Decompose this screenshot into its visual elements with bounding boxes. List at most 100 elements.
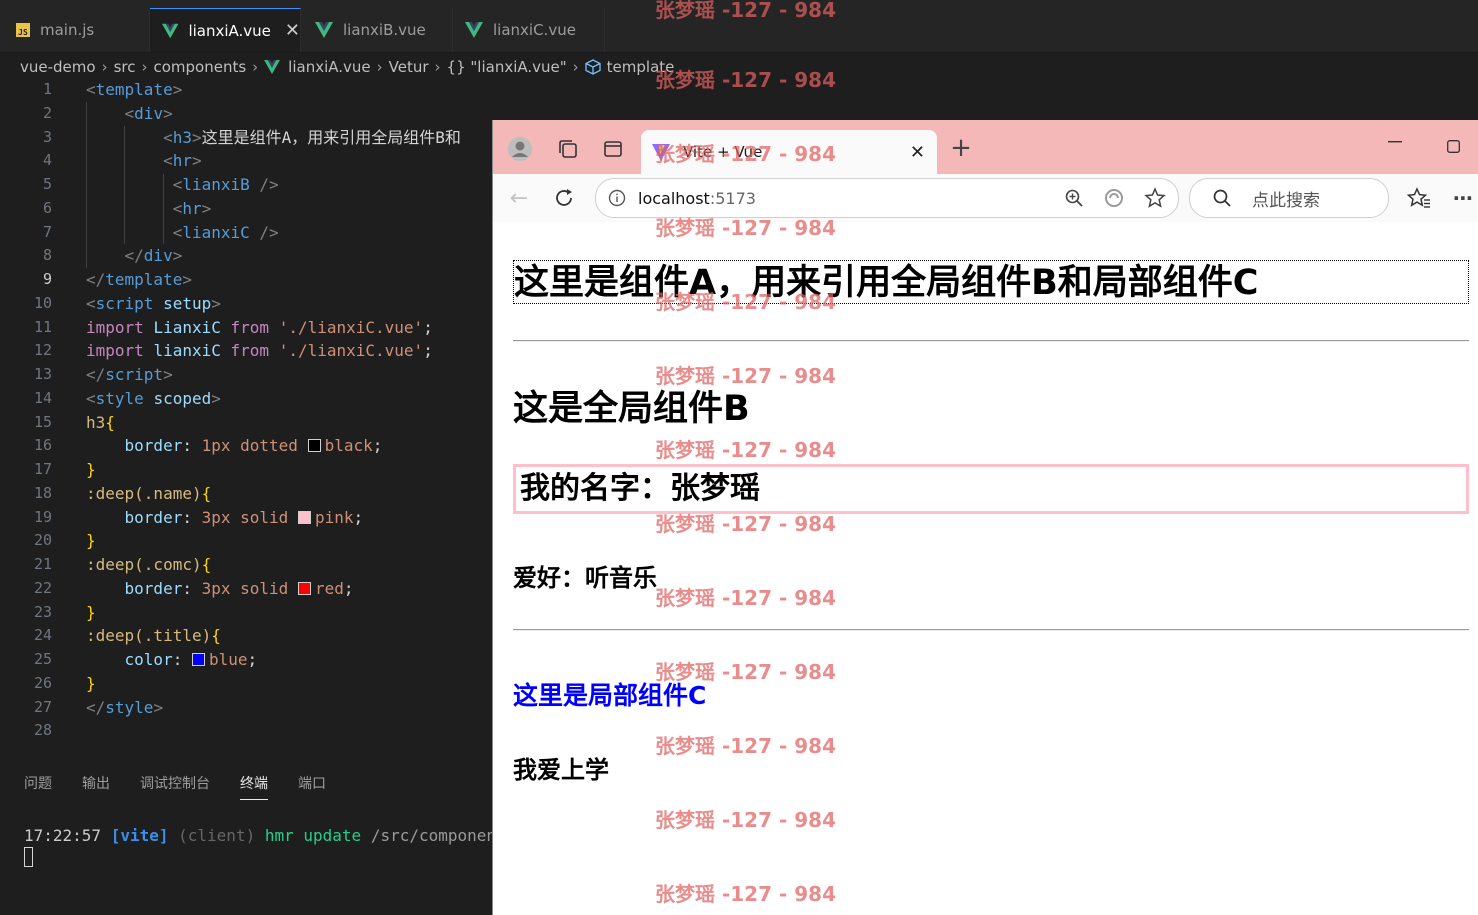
line-number: 18 — [33, 483, 52, 502]
tab-lianxiC-vue[interactable]: lianxiC.vue — [453, 8, 605, 52]
code-editor[interactable]: <template> <div> <h3>这里是组件A，用来引用全局组件B和 <… — [86, 78, 492, 743]
tab-actions-icon[interactable] — [603, 139, 623, 159]
minimize-icon[interactable] — [1387, 134, 1403, 150]
color-swatch[interactable] — [297, 581, 311, 595]
search-placeholder: 点此搜索 — [1252, 190, 1320, 211]
code-line: border: 3px solid red; — [124, 578, 354, 598]
code-line: color: blue; — [124, 650, 258, 669]
tab-terminal[interactable]: 终端 — [240, 773, 268, 800]
component-a-heading: 这里是组件A，用来引用全局组件B和局部组件C — [513, 260, 1469, 304]
vue-file-icon — [264, 60, 281, 74]
line-number: 12 — [33, 341, 52, 360]
new-tab-icon[interactable]: + — [949, 133, 973, 163]
search-icon — [1213, 189, 1231, 207]
url-port: :5173 — [709, 188, 756, 208]
code-line: <lianxiC /> — [172, 222, 279, 242]
breadcrumb-item[interactable]: lianxiA.vue — [288, 58, 370, 76]
favorites-icon[interactable] — [1407, 186, 1431, 210]
code-line: :deep(.name){ — [86, 483, 212, 503]
cube-icon — [585, 59, 601, 75]
component-c-title: 这里是局部组件C — [513, 681, 707, 710]
tab-label: lianxiB.vue — [343, 21, 426, 39]
study-text: 我爱上学 — [513, 756, 609, 784]
code-line: } — [86, 602, 96, 622]
color-swatch[interactable] — [191, 653, 205, 666]
code-line: <style scoped> — [86, 388, 221, 408]
color-swatch[interactable] — [307, 439, 321, 453]
tab-debug-console[interactable]: 调试控制台 — [140, 773, 210, 800]
url-host: localhost — [638, 188, 710, 208]
line-number: 26 — [33, 673, 52, 692]
name-box: 我的名字：张梦瑶 — [513, 464, 1469, 514]
tab-label: lianxiC.vue — [493, 21, 576, 39]
breadcrumb-item[interactable]: Vetur — [389, 58, 429, 76]
close-tab-icon[interactable]: ✕ — [910, 142, 925, 163]
line-number: 6 — [42, 198, 52, 217]
info-icon[interactable] — [608, 189, 626, 207]
code-line: :deep(.comc){ — [86, 555, 212, 574]
tab-lianxiB-vue[interactable]: lianxiB.vue — [301, 8, 453, 52]
line-number: 2 — [42, 103, 52, 122]
back-arrow-icon[interactable]: ← — [507, 186, 531, 211]
refresh-icon[interactable] — [551, 185, 577, 211]
search-box[interactable]: 点此搜索 — [1189, 178, 1389, 218]
chevron-right-icon: › — [141, 58, 148, 76]
divider — [513, 340, 1469, 342]
tab-label: lianxiA.vue — [188, 21, 271, 40]
code-line: </style> — [86, 697, 164, 717]
tab-main-js[interactable]: JS main.js — [0, 8, 150, 52]
browser-window: Vite + Vue ✕ + ← localhost:5173 点此搜索 ⋯ … — [492, 120, 1478, 915]
line-number-gutter: 1 2 3 4 5 6 7 8 9 10 11 12 13 14 15 16 17 18 19 20 21 22 23 24 2… — [0, 78, 66, 743]
breadcrumb-item[interactable]: components — [153, 58, 246, 76]
vue-file-icon — [315, 22, 333, 38]
hobby-text: 爱好：听音乐 — [513, 564, 657, 592]
tab-label: main.js — [40, 21, 95, 39]
profile-avatar-icon[interactable] — [507, 136, 533, 162]
line-number: 20 — [33, 531, 52, 550]
address-bar[interactable]: localhost:5173 — [595, 178, 1179, 218]
code-line: </script> — [86, 365, 173, 384]
breadcrumb-item[interactable]: vue-demo — [20, 58, 96, 76]
collections-icon[interactable] — [557, 138, 579, 160]
zoom-icon[interactable] — [1064, 188, 1084, 208]
close-icon[interactable]: ✕ — [285, 20, 300, 41]
tab-output[interactable]: 输出 — [82, 773, 110, 800]
code-line: } — [86, 531, 96, 551]
line-number: 24 — [33, 626, 52, 645]
browser-tab-active[interactable]: Vite + Vue ✕ — [641, 130, 937, 174]
line-number: 9 — [42, 270, 52, 288]
line-number: 4 — [42, 151, 52, 170]
translate-icon[interactable] — [1104, 188, 1124, 208]
terminal-tag: [vite] — [110, 826, 169, 845]
code-line: <hr> — [172, 198, 212, 218]
more-menu-icon[interactable]: ⋯ — [1453, 186, 1473, 210]
terminal-client: (client) — [178, 826, 256, 845]
line-number: 19 — [33, 507, 52, 526]
browser-toolbar: ← localhost:5173 点此搜索 ⋯ — [493, 174, 1478, 223]
line-number: 11 — [33, 317, 52, 336]
panel-tabs: 问题 输出 调试控制台 终端 端口 — [24, 773, 356, 800]
code-line: <template> — [86, 80, 183, 99]
breadcrumb-item[interactable]: {} "lianxiA.vue" — [447, 58, 567, 76]
terminal-output[interactable]: 17:22:57 [vite] (client) hmr update /src… — [24, 826, 525, 845]
line-number: 13 — [33, 365, 52, 383]
js-file-icon: JS — [16, 23, 30, 37]
code-line: border: 1px dotted black; — [124, 436, 383, 456]
code-line: </div> — [124, 246, 183, 266]
favorite-star-icon[interactable] — [1144, 187, 1166, 209]
h3-text: 这里是组件A，用来引用全局组件B和 — [201, 127, 461, 147]
line-number: 25 — [33, 650, 52, 668]
tab-lianxiA-vue[interactable]: lianxiA.vue ✕ — [150, 8, 301, 52]
tab-ports[interactable]: 端口 — [298, 773, 326, 800]
color-swatch[interactable] — [297, 510, 311, 524]
browser-title-bar: Vite + Vue ✕ + — [493, 120, 1478, 174]
maximize-icon[interactable] — [1445, 138, 1461, 154]
tab-problems[interactable]: 问题 — [24, 773, 52, 800]
line-number: 22 — [33, 578, 52, 597]
line-number: 21 — [33, 555, 52, 573]
breadcrumb-item[interactable]: src — [114, 58, 136, 76]
breadcrumb-item[interactable]: template — [607, 58, 675, 76]
code-line: :deep(.title){ — [86, 626, 221, 646]
code-line: <script setup> — [86, 293, 221, 313]
